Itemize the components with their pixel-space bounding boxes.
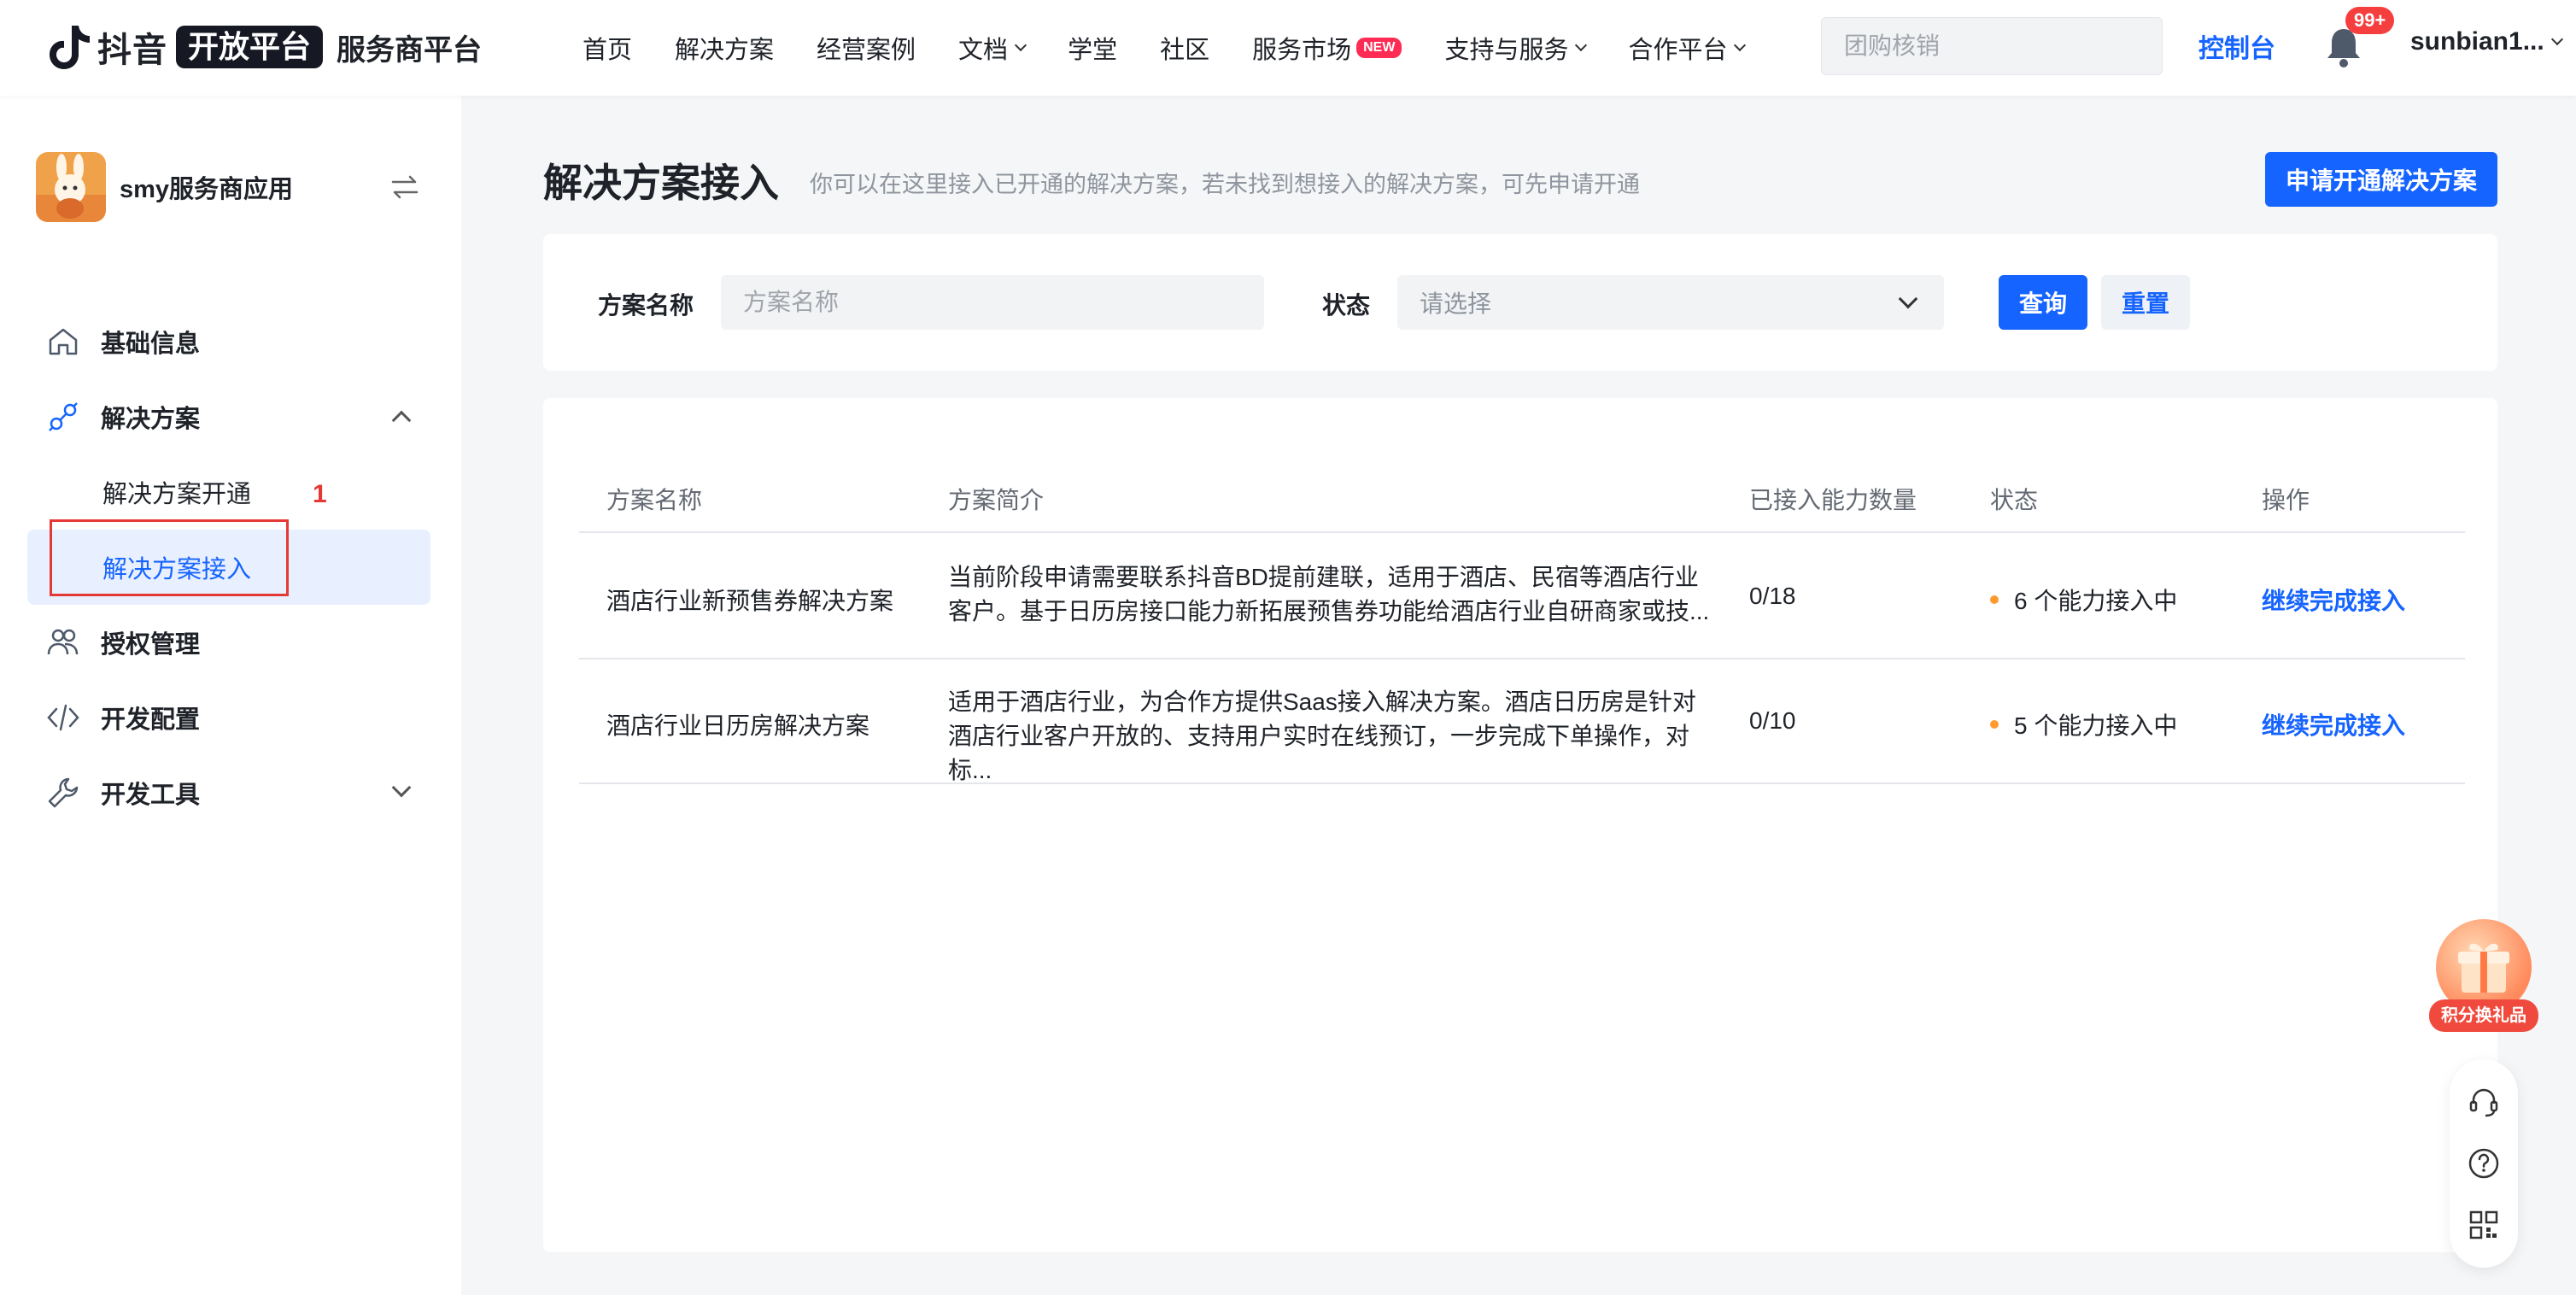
app-header: smy服务商应用	[36, 152, 420, 222]
code-icon	[47, 704, 79, 731]
annotation-box-1	[50, 519, 289, 596]
nav-community[interactable]: 社区	[1160, 30, 1209, 66]
status-dot	[1990, 595, 1999, 604]
continue-access-link[interactable]: 继续完成接入	[2262, 707, 2405, 741]
search-input[interactable]	[1844, 32, 2152, 60]
chevron-down-icon	[391, 777, 412, 798]
col-intro: 方案简介	[948, 487, 1045, 513]
sidebar-item-solution-open[interactable]: 解决方案开通	[27, 454, 430, 530]
main-nav: 首页 解决方案 经营案例 文档 学堂 社区 服务市场 NEW 支持与服务 合作平台	[583, 0, 1747, 96]
logo-text: 抖音	[97, 32, 167, 69]
sidebar-item-dev-tools[interactable]: 开发工具	[27, 755, 430, 830]
row-status: 6 个能力接入中	[1990, 583, 2177, 617]
home-icon	[49, 328, 78, 355]
qrcode-icon[interactable]	[2467, 1208, 2501, 1242]
filter-card: 方案名称 状态 请选择 查询 重置	[543, 234, 2497, 371]
nav-home[interactable]: 首页	[583, 30, 632, 66]
solution-icon	[49, 402, 78, 431]
col-name: 方案名称	[606, 487, 703, 513]
apply-solution-button[interactable]: 申请开通解决方案	[2265, 152, 2497, 207]
row-count: 0/18	[1749, 583, 1796, 609]
nav-market[interactable]: 服务市场 NEW	[1252, 30, 1402, 66]
douyin-note-icon	[50, 26, 90, 69]
wrench-icon	[48, 777, 79, 808]
headset-icon[interactable]	[2467, 1085, 2501, 1119]
table-row: 酒店行业新预售券解决方案 当前阶段申请需要联系抖音BD提前建联，适用于酒店、民宿…	[579, 535, 2465, 659]
row-intro: 适用于酒店行业，为合作方提供Saas接入解决方案。酒店日历房是针对酒店行业客户开…	[948, 689, 1696, 783]
nav-support[interactable]: 支持与服务	[1444, 30, 1588, 66]
continue-access-link[interactable]: 继续完成接入	[2262, 583, 2405, 617]
user-menu[interactable]: sunbian1...	[2410, 27, 2563, 56]
col-count: 已接入能力数量	[1749, 487, 1917, 513]
status-filter-label: 状态	[1322, 292, 1371, 319]
chevron-down-icon	[1575, 38, 1588, 52]
col-operation: 操作	[2262, 487, 2310, 513]
app-name: smy服务商应用	[120, 176, 294, 203]
switch-icon[interactable]	[389, 172, 420, 202]
floating-toolbar	[2450, 1059, 2518, 1268]
chevron-down-icon	[1014, 38, 1027, 52]
new-badge: NEW	[1356, 38, 1402, 58]
notification-badge: 99+	[2345, 7, 2395, 34]
nav-cases[interactable]: 经营案例	[817, 30, 916, 66]
sidebar: smy服务商应用 基础信息 解决方案 解决方案开通 解决方案接入 授权管理 开发…	[0, 96, 461, 1295]
console-link[interactable]: 控制台	[2198, 27, 2275, 65]
row-name: 酒店行业新预售券解决方案	[606, 588, 894, 614]
row-count: 0/10	[1749, 707, 1796, 734]
row-intro: 当前阶段申请需要联系抖音BD提前建联，适用于酒店、民宿等酒店行业客户。基于日历房…	[948, 564, 1710, 624]
table-row: 酒店行业日历房解决方案 适用于酒店行业，为合作方提供Saas接入解决方案。酒店日…	[579, 659, 2465, 784]
sidebar-item-dev-config[interactable]: 开发配置	[27, 680, 430, 755]
users-icon	[47, 629, 79, 655]
sidebar-item-solutions[interactable]: 解决方案	[27, 379, 430, 454]
query-button[interactable]: 查询	[1999, 275, 2087, 330]
chevron-down-icon	[1898, 289, 1918, 309]
solutions-table: 方案名称 方案简介 已接入能力数量 状态 操作 酒店行业新预售券解决方案 当前阶…	[543, 398, 2497, 1252]
help-icon[interactable]	[2467, 1146, 2501, 1181]
status-select[interactable]: 请选择	[1397, 275, 1944, 330]
page-description: 你可以在这里接入已开通的解决方案，若未找到想接入的解决方案，可先申请开通	[810, 172, 1640, 197]
chevron-down-icon	[2550, 32, 2563, 46]
sidebar-item-auth[interactable]: 授权管理	[27, 605, 430, 680]
table-header: 方案名称 方案简介 已接入能力数量 状态 操作	[579, 434, 2465, 533]
annotation-label-1: 1	[313, 480, 327, 508]
sidebar-item-basic-info[interactable]: 基础信息	[27, 304, 430, 379]
nav-solutions[interactable]: 解决方案	[675, 30, 774, 66]
reset-button[interactable]: 重置	[2101, 275, 2190, 330]
name-filter-input[interactable]	[721, 275, 1264, 330]
nav-docs[interactable]: 文档	[958, 30, 1027, 66]
page-title: 解决方案接入	[543, 161, 779, 205]
nav-partner[interactable]: 合作平台	[1628, 30, 1747, 66]
col-status: 状态	[1990, 487, 2039, 513]
chevron-up-icon	[391, 410, 412, 431]
chevron-down-icon	[1734, 38, 1747, 52]
app-avatar	[36, 152, 106, 222]
row-status: 5 个能力接入中	[1990, 707, 2177, 741]
nav-academy[interactable]: 学堂	[1068, 30, 1117, 66]
status-dot	[1990, 720, 1999, 729]
gift-label: 积分换礼品	[2429, 999, 2538, 1032]
name-filter-label: 方案名称	[598, 292, 694, 319]
search-box	[1821, 17, 2163, 75]
username: sunbian1...	[2410, 27, 2544, 56]
logo-subtitle: 服务商平台	[337, 33, 483, 67]
top-header: 抖音 开放平台 服务商平台 首页 解决方案 经营案例 文档 学堂 社区 服务市场…	[0, 0, 2576, 96]
logo-pill: 开放平台	[176, 26, 324, 68]
douyin-logo[interactable]: 抖音 开放平台 服务商平台	[48, 22, 482, 72]
row-name: 酒店行业日历房解决方案	[606, 712, 870, 739]
points-gift-widget[interactable]: 积分换礼品	[2429, 919, 2538, 1037]
